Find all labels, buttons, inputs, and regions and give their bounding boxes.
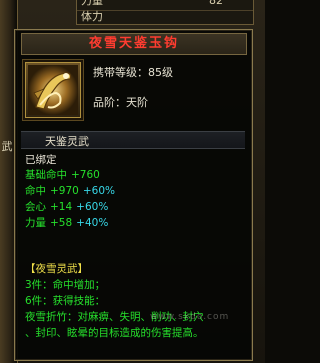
set-bonus: 6件：获得技能： <box>25 295 106 307</box>
left-strip-label: 武 <box>1 140 13 153</box>
stat-value: 82 <box>209 0 223 7</box>
stat-name: 体力 <box>81 10 103 23</box>
skill-description: 、封印、眩晕的目标造成的伤害提高。 <box>25 327 204 339</box>
stat-name: 力量 <box>81 0 103 7</box>
stat-row: 体力 <box>77 10 253 23</box>
game-screen: 武 力量 82 体力 ▼ 夜雪天鉴玉钩 <box>0 0 265 363</box>
attribute-row: 命中 +970 +60% <box>25 184 119 198</box>
stat-row: 力量 82 <box>77 0 253 7</box>
jade-hook-icon[interactable] <box>25 62 81 118</box>
tooltip-title-bar: 夜雪天鉴玉钩 <box>21 33 247 55</box>
attribute-row: 基础命中 +760 <box>25 168 104 182</box>
bound-status: 已绑定 <box>25 154 57 166</box>
attribute-percent: +40% <box>76 217 109 229</box>
attribute-percent: +60% <box>76 201 109 213</box>
carry-level: 携带等级：85级 <box>93 66 173 79</box>
attribute-row: 会心 +14 +60% <box>25 200 112 214</box>
attribute-value: +970 <box>50 185 79 197</box>
attribute-name: 命中 <box>25 185 46 197</box>
set-name: 【夜雪灵武】 <box>25 263 88 275</box>
item-category: 天鉴灵武 <box>45 135 89 148</box>
attribute-value: +760 <box>71 169 100 181</box>
attribute-percent: +60% <box>82 185 115 197</box>
attribute-value: +14 <box>50 201 73 213</box>
attribute-name: 力量 <box>25 217 46 229</box>
item-grade: 品阶：天阶 <box>93 96 148 109</box>
stat-table: 力量 82 体力 ▼ <box>76 0 254 25</box>
attribute-row: 力量 +58 +40% <box>25 216 112 230</box>
set-bonus: 3件：命中增加； <box>25 279 106 291</box>
attribute-name: 基础命中 <box>25 169 67 181</box>
item-name: 夜雪天鉴玉钩 <box>88 36 179 51</box>
attribute-name: 会心 <box>25 201 46 213</box>
item-category-bar: 天鉴灵武 <box>21 131 245 149</box>
watermark: www.sxdo.com <box>150 312 230 322</box>
attribute-value: +58 <box>50 217 73 229</box>
